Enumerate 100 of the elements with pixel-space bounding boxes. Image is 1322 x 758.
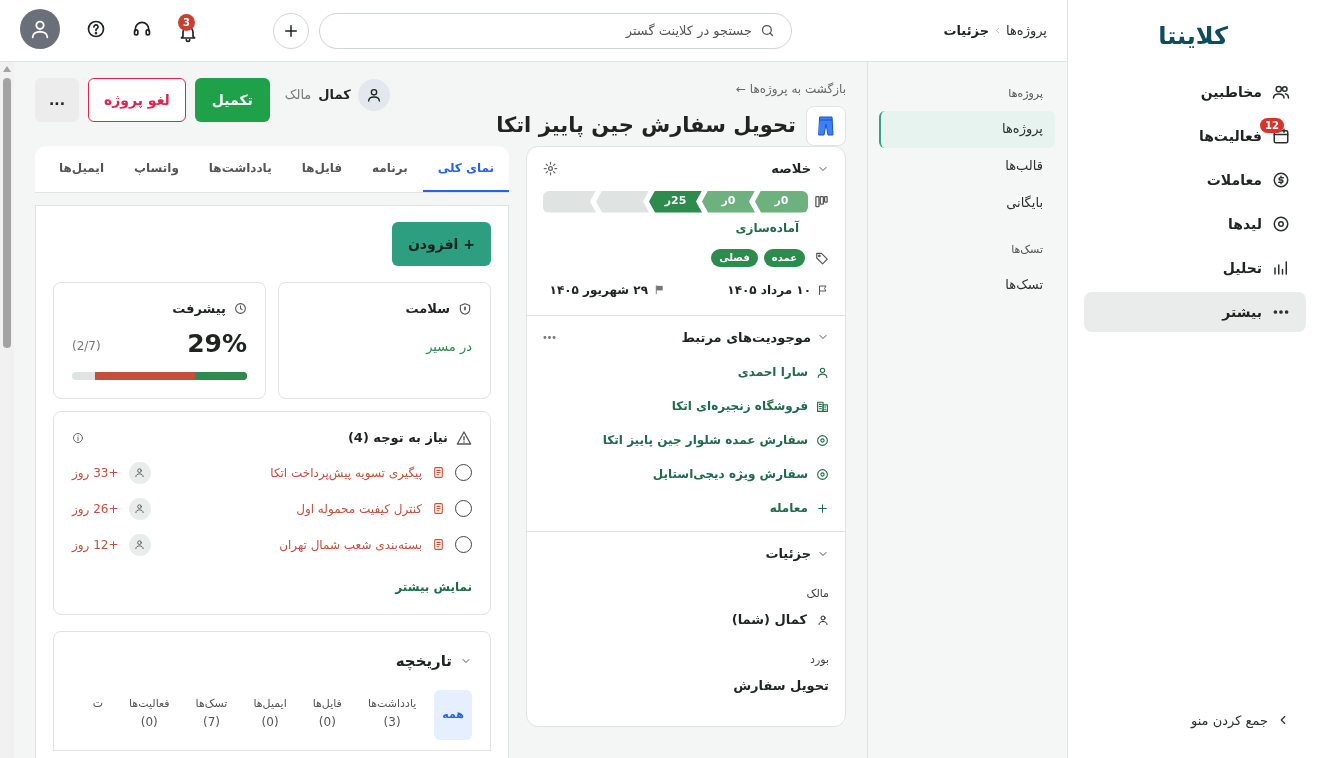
avatar-button[interactable] bbox=[20, 8, 60, 49]
tag: فصلی bbox=[711, 248, 758, 267]
subnav-item[interactable]: تسک‌ها bbox=[879, 266, 1055, 303]
person-icon bbox=[134, 539, 146, 550]
end-date: ۲۹ شهریور ۱۴۰۵ bbox=[549, 281, 648, 299]
card-title: تاریخچه bbox=[395, 650, 452, 672]
related-entity-link[interactable]: فروشگاه زنجیره‌ای اتکا bbox=[543, 397, 829, 415]
sidebar-item[interactable]: لیدها bbox=[1084, 204, 1306, 244]
progress-value: 29% bbox=[187, 327, 247, 360]
more-icon bbox=[1273, 310, 1289, 314]
related-entity-link[interactable]: سفارش عمده شلوار جین پاییز اتکا bbox=[543, 431, 829, 449]
show-more-link[interactable]: نمایش بیشتر bbox=[395, 577, 472, 596]
task-link[interactable]: پیگیری تسویه پیش‌پرداخت اتکا bbox=[270, 463, 422, 482]
page-title: تحویل سفارش جین پاییز اتکا bbox=[496, 112, 796, 140]
tab[interactable]: نمای کلی bbox=[422, 146, 509, 192]
subnav-item[interactable]: بایگانی bbox=[879, 184, 1055, 222]
subnav-item[interactable]: قالب‌ها bbox=[879, 147, 1055, 185]
tab[interactable]: فایل‌ها bbox=[286, 146, 358, 192]
person-icon bbox=[134, 467, 146, 478]
owner-name: کمال bbox=[318, 86, 351, 105]
tag-icon bbox=[815, 250, 829, 265]
section-heading: تسک‌ها bbox=[1010, 241, 1044, 258]
pipeline-stage[interactable]: 25ر bbox=[649, 190, 702, 213]
stage-name: آماده‌سازی bbox=[734, 219, 801, 237]
more-icon bbox=[543, 335, 556, 339]
field-value: تحویل سفارش bbox=[733, 677, 829, 695]
notifications-button[interactable]: 3 bbox=[178, 14, 208, 43]
document-icon bbox=[432, 466, 445, 479]
breadcrumb-link[interactable]: پروژه‌ها bbox=[1006, 20, 1047, 41]
field-label: مالک bbox=[805, 585, 829, 602]
due-text: +33 روز bbox=[72, 464, 119, 482]
tab[interactable]: برنامه bbox=[357, 146, 423, 192]
shield-icon bbox=[458, 301, 472, 316]
target-icon bbox=[1272, 215, 1290, 233]
cancel-project-button[interactable]: لغو پروژه bbox=[88, 78, 186, 122]
person-icon bbox=[816, 365, 829, 379]
task-checkbox[interactable] bbox=[455, 536, 472, 553]
scrollbar[interactable] bbox=[0, 62, 14, 758]
board-icon bbox=[814, 194, 829, 209]
subnav-item[interactable]: پروژه‌ها bbox=[879, 110, 1055, 148]
card-title: سلامت bbox=[405, 300, 450, 318]
calendar-icon bbox=[1272, 127, 1290, 145]
sidebar-item[interactable]: تحلیل bbox=[1084, 248, 1306, 288]
collapse-menu-button[interactable]: جمع کردن منو bbox=[1174, 710, 1306, 730]
section-title: جزئیات bbox=[765, 545, 811, 563]
plus-icon bbox=[816, 501, 829, 515]
coin-icon bbox=[1272, 171, 1290, 189]
help-button[interactable] bbox=[86, 18, 106, 39]
tab[interactable]: ایمیل‌ها bbox=[43, 146, 119, 192]
task-checkbox[interactable] bbox=[455, 500, 472, 517]
person-icon bbox=[134, 503, 146, 514]
due-text: +12 روز bbox=[72, 536, 119, 554]
card-title: پیشرفت bbox=[172, 300, 226, 318]
related-entity-link[interactable]: معامله bbox=[543, 499, 829, 517]
progress-count: (2/7) bbox=[72, 338, 101, 356]
person-icon bbox=[817, 613, 829, 626]
task-checkbox[interactable] bbox=[455, 464, 472, 481]
sidebar-item[interactable]: مخاطبین bbox=[1084, 72, 1306, 112]
tab[interactable]: یادداشت‌ها bbox=[193, 146, 287, 192]
more-button[interactable]: ... bbox=[35, 78, 79, 122]
task-link[interactable]: کنترل کیفیت محموله اول bbox=[296, 499, 422, 518]
health-status: در مسیر bbox=[424, 337, 472, 356]
search-icon bbox=[760, 23, 775, 38]
breadcrumb-current: جزئیات bbox=[943, 21, 989, 40]
person-icon bbox=[365, 87, 382, 103]
field-label: بورد bbox=[809, 651, 829, 668]
building-icon bbox=[816, 399, 829, 413]
document-icon bbox=[432, 538, 445, 551]
related-entity-link[interactable]: سارا احمدی bbox=[543, 363, 829, 381]
history-tab[interactable]: ت bbox=[84, 690, 111, 740]
section-title: موجودیت‌های مرتبط bbox=[681, 328, 811, 347]
sidebar-item[interactable]: معاملات bbox=[1084, 160, 1306, 200]
target-icon bbox=[816, 467, 829, 481]
clock-icon bbox=[234, 302, 247, 316]
target-icon bbox=[816, 433, 829, 447]
owner-role: مالک bbox=[284, 86, 312, 105]
sidebar-item[interactable]: بیشتر bbox=[1084, 292, 1306, 332]
settings-icon bbox=[543, 161, 558, 177]
tag: عمده bbox=[763, 248, 805, 267]
chevron-left-icon bbox=[993, 26, 1002, 35]
section-title: خلاصه bbox=[771, 160, 811, 178]
flag-icon bbox=[817, 283, 829, 296]
tab[interactable]: واتساپ bbox=[119, 146, 194, 192]
document-icon bbox=[432, 502, 445, 515]
finish-flag-icon bbox=[654, 284, 665, 295]
related-entity-link[interactable]: سفارش ویژه دیجی‌استایل bbox=[543, 465, 829, 483]
card-title: نیاز به توجه (4) bbox=[347, 429, 448, 447]
search-input[interactable]: جستجو در کلاینت گستر bbox=[336, 20, 752, 41]
add-button[interactable]: + افزودن bbox=[391, 222, 491, 266]
bar-chart-icon bbox=[1272, 259, 1290, 277]
people-icon bbox=[1272, 83, 1290, 101]
history-tab[interactable]: همه bbox=[434, 690, 472, 740]
logo: کلاینتا bbox=[1158, 21, 1229, 52]
back-link[interactable]: بازگشت به پروژه‌ها ← bbox=[735, 80, 846, 98]
section-heading: پروژه‌ها bbox=[1007, 86, 1044, 102]
count-badge: 3 bbox=[178, 14, 195, 31]
start-date: ۱۰ مرداد ۱۴۰۵ bbox=[726, 281, 811, 299]
warning-icon bbox=[456, 429, 472, 446]
field-value: کمال (شما) bbox=[731, 611, 807, 629]
task-link[interactable]: بسته‌بندی شعب شمال تهران bbox=[279, 535, 422, 554]
